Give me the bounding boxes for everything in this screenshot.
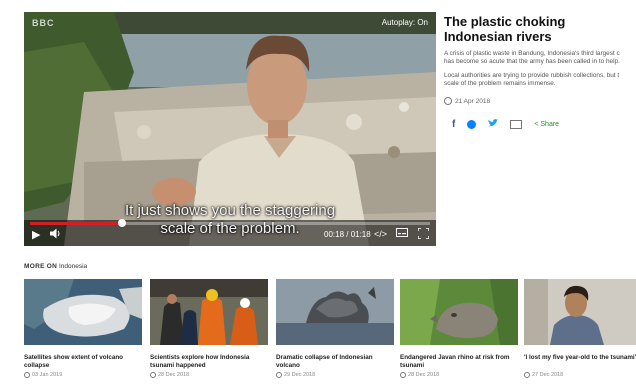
email-icon[interactable] bbox=[510, 120, 523, 129]
captions-icon[interactable] bbox=[396, 228, 408, 240]
subtitle-line-1: It just shows you the staggering bbox=[124, 202, 336, 219]
card-thumbnail bbox=[524, 279, 636, 345]
card-thumbnail bbox=[24, 279, 142, 345]
related-video-card[interactable]: Dramatic collapse of Indonesian volcano … bbox=[276, 279, 394, 378]
time-display: 00:18 / 01:18 bbox=[324, 230, 371, 239]
card-date: 28 Dec 2018 bbox=[150, 372, 268, 378]
more-on-topic[interactable]: Indonesia bbox=[59, 263, 87, 270]
fullscreen-icon[interactable] bbox=[417, 227, 430, 242]
article-summary-2: Local authorities are trying to provide … bbox=[444, 72, 636, 88]
card-title[interactable]: Endangered Javan rhino at risk from tsun… bbox=[400, 354, 518, 370]
article-info: The plastic choking Indonesian rivers A … bbox=[444, 14, 636, 130]
card-thumbnail bbox=[400, 279, 518, 345]
related-video-card[interactable]: Satellites show extent of volcano collap… bbox=[24, 279, 142, 378]
summary-2-line-2: scale of the problem remains immense. bbox=[444, 80, 556, 87]
card-date-text: 28 Dec 2018 bbox=[158, 372, 190, 378]
card-date: 29 Dec 2018 bbox=[276, 372, 394, 378]
article-title: The plastic choking Indonesian rivers bbox=[444, 14, 566, 44]
card-date-text: 03 Jan 2019 bbox=[32, 372, 63, 378]
player-controls: ▶ 00:18 / 01:18 </> bbox=[24, 224, 436, 246]
twitter-icon[interactable] bbox=[488, 119, 499, 130]
clock-icon bbox=[150, 372, 156, 378]
related-video-card[interactable]: Scientists explore how Indonesia tsunami… bbox=[150, 279, 268, 378]
share-bar: f < Share bbox=[444, 119, 636, 130]
card-date: 03 Jan 2019 bbox=[24, 372, 142, 378]
summary-2-line-1: Local authorities are trying to provide … bbox=[444, 72, 620, 79]
more-on-label: MORE ON bbox=[24, 263, 58, 270]
video-player[interactable]: BBC Autoplay: On It just shows you the s… bbox=[24, 12, 436, 246]
card-title[interactable]: Satellites show extent of volcano collap… bbox=[24, 354, 142, 370]
card-title[interactable]: 'I lost my five year-old to the tsunami' bbox=[524, 354, 636, 370]
related-video-card[interactable]: Endangered Javan rhino at risk from tsun… bbox=[400, 279, 518, 378]
more-on-heading: MORE ON Indonesia bbox=[24, 263, 87, 270]
summary-1-line-2: has become so acute that the army has be… bbox=[444, 58, 620, 65]
clock-icon bbox=[276, 372, 282, 378]
autoplay-toggle[interactable]: Autoplay: On bbox=[382, 18, 428, 27]
clock-icon bbox=[524, 372, 530, 378]
clock-icon bbox=[400, 372, 406, 378]
card-thumbnail bbox=[276, 279, 394, 345]
card-thumbnail bbox=[150, 279, 268, 345]
embed-icon[interactable]: </> bbox=[374, 229, 387, 239]
bbc-watermark: BBC bbox=[32, 18, 55, 28]
share-label: Share bbox=[540, 121, 560, 128]
article-date: 21 Apr 2018 bbox=[444, 97, 636, 105]
card-date-text: 28 Dec 2018 bbox=[408, 372, 440, 378]
card-title[interactable]: Dramatic collapse of Indonesian volcano bbox=[276, 354, 394, 370]
related-video-card[interactable]: 'I lost my five year-old to the tsunami'… bbox=[524, 279, 636, 378]
messenger-icon[interactable] bbox=[467, 120, 477, 129]
article-date-text: 21 Apr 2018 bbox=[455, 97, 491, 105]
volume-icon[interactable] bbox=[50, 228, 62, 242]
play-icon[interactable]: ▶ bbox=[32, 228, 40, 241]
summary-1-line-1: A crisis of plastic waste in Bandung, In… bbox=[444, 50, 620, 57]
clock-icon bbox=[24, 372, 30, 378]
article-summary-1: A crisis of plastic waste in Bandung, In… bbox=[444, 50, 636, 66]
share-button[interactable]: < Share bbox=[534, 121, 559, 128]
card-title[interactable]: Scientists explore how Indonesia tsunami… bbox=[150, 354, 268, 370]
card-date-text: 27 Dec 2018 bbox=[532, 372, 564, 378]
share-icon: < bbox=[534, 121, 539, 128]
card-date: 27 Dec 2018 bbox=[524, 372, 636, 378]
clock-icon bbox=[444, 97, 452, 105]
facebook-icon[interactable]: f bbox=[452, 119, 455, 130]
card-date: 28 Dec 2018 bbox=[400, 372, 518, 378]
card-date-text: 29 Dec 2018 bbox=[284, 372, 316, 378]
